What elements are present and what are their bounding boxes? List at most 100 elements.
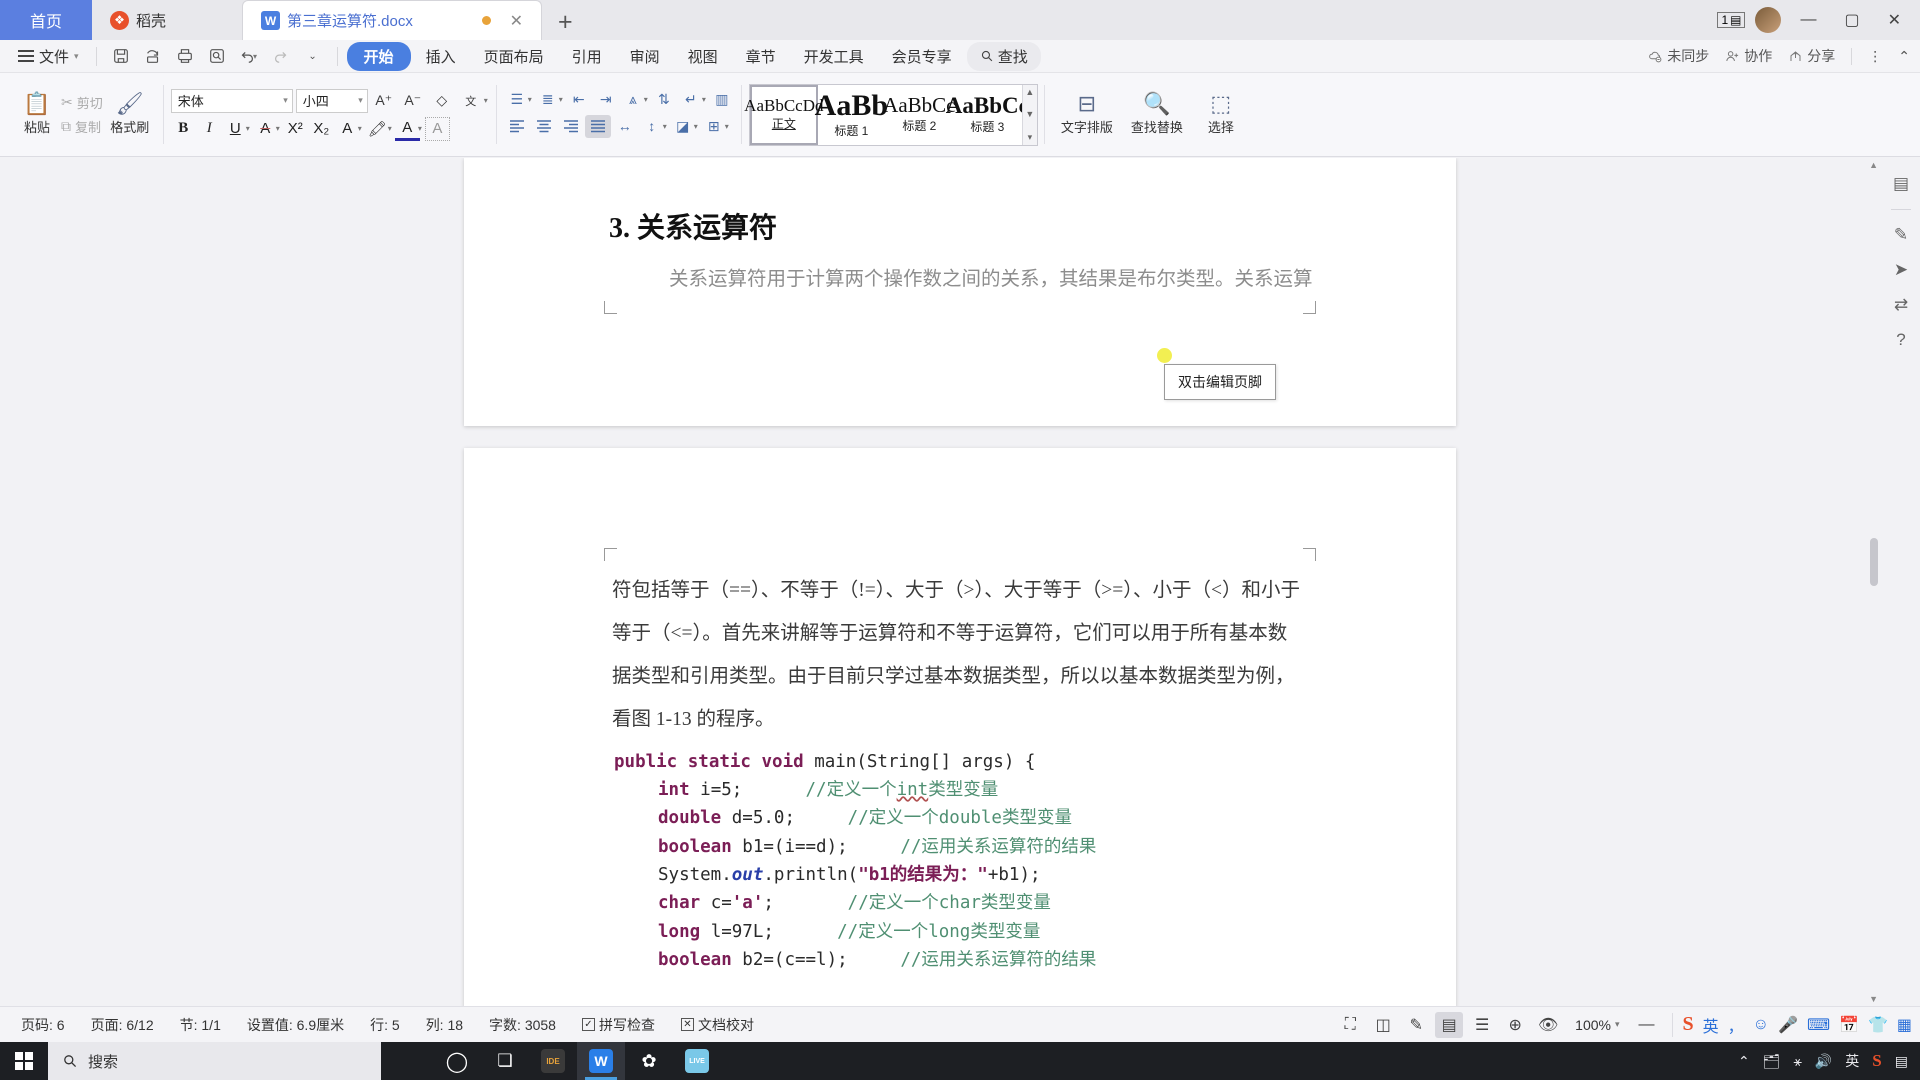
subscript-button[interactable]: X₂ [309,117,334,141]
status-setting-value[interactable]: 设置值: 6.9厘米 [234,1015,357,1035]
keyboard-icon[interactable]: ⌨ [1807,1015,1830,1035]
select-button[interactable]: ⬚ 选择 [1192,93,1250,136]
avatar[interactable] [1755,7,1782,33]
line-spacing-icon[interactable]: ↕ [639,115,665,138]
new-tab-button[interactable]: + [542,8,589,40]
chevron-down-icon[interactable]: ▾ [246,124,250,133]
status-spell-check[interactable]: ✓ 拼写检查 [569,1015,668,1035]
highlight-icon[interactable]: 🖍 [365,117,390,141]
print-icon[interactable] [170,43,200,69]
maximize-button[interactable]: ▢ [1835,10,1868,30]
show-marks-icon[interactable]: ↵ [678,88,704,111]
style-gallery-scrollbar[interactable]: ▲ ▼ ▾ [1021,84,1037,145]
chevron-down-icon[interactable]: ▾ [663,122,667,131]
shading-icon[interactable]: ◪ [670,115,696,138]
grow-font-button[interactable]: A⁺ [371,89,397,113]
bullet-list-icon[interactable]: ☰ [504,88,530,111]
ruler-icon[interactable]: ▥ [709,88,735,111]
chevron-down-icon[interactable]: ▾ [276,124,280,133]
mic-icon[interactable]: 🎤 [1778,1015,1798,1035]
reading-layout-icon[interactable]: ◫ [1369,1012,1397,1038]
tab-review[interactable]: 审阅 [617,42,673,71]
chevron-down-icon[interactable]: ▾ [644,95,648,104]
edit-pen-icon[interactable]: ✎ [1894,225,1908,245]
align-left-icon[interactable] [504,115,530,138]
char-border-button[interactable]: A [335,117,360,141]
status-row[interactable]: 行: 5 [357,1015,413,1035]
shrink-font-button[interactable]: A⁻ [400,89,426,113]
undo-icon[interactable]: ▾ [234,43,264,69]
document-page-2[interactable]: 符包括等于（==）、不等于（!=）、大于（>）、大于等于（>=）、小于（<）和小… [464,448,1456,1006]
scrollbar-thumb[interactable] [1870,538,1878,586]
help-icon[interactable]: ? [1896,330,1905,350]
status-word-count[interactable]: 字数: 3058 [476,1015,569,1035]
emoji-icon[interactable]: ☺ [1753,1016,1769,1034]
decrease-indent-icon[interactable]: ⇤ [566,88,592,111]
skin-icon[interactable]: 👕 [1868,1015,1888,1035]
scroll-down-icon[interactable]: ▼ [1869,994,1878,1004]
adjust-icon[interactable]: ⇄ [1894,295,1908,315]
customize-toolbar-icon[interactable]: ⌄ [298,43,328,69]
wps-office-icon[interactable]: W [577,1042,625,1080]
cortana-icon[interactable]: ◯ [433,1042,481,1080]
scroll-down-icon[interactable]: ▼ [1025,109,1034,119]
copy-button[interactable]: ⧉ 复制 [61,117,103,136]
chevron-down-icon[interactable]: ▾ [702,95,706,104]
intellij-idea-icon[interactable]: IDE [529,1042,577,1080]
clear-format-icon[interactable]: ◇ [429,89,455,113]
status-col[interactable]: 列: 18 [413,1015,476,1035]
page-layout-icon[interactable]: ▤ [1435,1011,1464,1038]
outline-icon[interactable]: ☰ [1468,1012,1496,1038]
collaborate-button[interactable]: 协作 [1725,46,1772,66]
scroll-up-icon[interactable]: ▲ [1025,87,1034,97]
minimize-button[interactable]: — [1791,11,1825,29]
task-view-icon[interactable]: ❏ [481,1042,529,1080]
file-menu-button[interactable]: 文件 ▾ [10,43,87,70]
align-center-icon[interactable] [531,115,557,138]
document-page-1[interactable]: 3. 关系运算符 关系运算符用于计算两个操作数之间的关系，其结果是布尔类型。关系… [464,158,1456,426]
ime-en-icon[interactable]: 英 [1845,1051,1859,1071]
align-justify-icon[interactable] [584,114,611,138]
pointer-icon[interactable]: ➤ [1894,260,1908,280]
borders-icon[interactable]: ⊞ [701,115,727,138]
chevron-up-icon[interactable]: ⌃ [1738,1053,1750,1070]
folder-icon[interactable]: 🗂 [1763,1053,1781,1070]
code-block[interactable]: public static void main(String[] args) {… [464,742,1456,975]
settings-icon[interactable]: ✿ [625,1042,673,1080]
bold-button[interactable]: B [171,117,196,141]
tab-document[interactable]: W 第三章运算符.docx ✕ [242,0,542,40]
redo-icon[interactable] [266,43,296,69]
save-icon[interactable] [106,43,136,69]
network-icon[interactable]: ⚹ [1793,1053,1801,1070]
punctuation-icon[interactable]: ， [1728,1013,1744,1037]
scroll-up-icon[interactable]: ▲ [1869,160,1878,170]
notification-icon[interactable]: ▤ [1895,1053,1908,1070]
edit-layout-icon[interactable]: ✎ [1402,1012,1430,1038]
sort-icon[interactable]: ⇅ [651,88,677,111]
toolbox-icon[interactable]: ▦ [1897,1015,1912,1035]
style-body[interactable]: AaBbCcDd 正文 [744,84,824,145]
tab-page-layout[interactable]: 页面布局 [471,42,557,71]
zoom-out-button[interactable]: — [1633,1012,1661,1038]
document-scrollbar[interactable]: ▲ ▼ [1868,158,1880,1006]
tab-insert[interactable]: 插入 [413,42,469,71]
chevron-down-icon[interactable]: ▾ [694,122,698,131]
eye-protect-icon[interactable]: 👁 [1534,1012,1562,1038]
style-heading-2[interactable]: AaBbCc 标题 2 [883,85,955,145]
status-doc-proof[interactable]: ✕ 文档校对 [668,1015,767,1035]
find-replace-button[interactable]: 🔍 查找替换 [1122,93,1192,136]
chevron-down-icon[interactable]: ▾ [418,124,422,133]
close-button[interactable]: ✕ [1879,10,1910,30]
font-color-button[interactable]: A [394,117,420,141]
tab-references[interactable]: 引用 [559,42,615,71]
pinyin-guide-icon[interactable]: 文 [458,89,484,113]
live-app-icon[interactable]: LIVE [673,1042,721,1080]
italic-button[interactable]: I [197,117,222,141]
volume-icon[interactable]: 🔊 [1815,1053,1832,1070]
close-tab-icon[interactable]: ✕ [510,11,523,31]
tab-member-exclusive[interactable]: 会员专享 [879,42,965,71]
share-button[interactable]: 分享 [1788,46,1835,66]
zoom-level[interactable]: 100% ▾ [1567,1017,1627,1033]
align-right-icon[interactable] [558,115,584,138]
panel-toggle-icon[interactable]: ▤ [1893,174,1909,194]
